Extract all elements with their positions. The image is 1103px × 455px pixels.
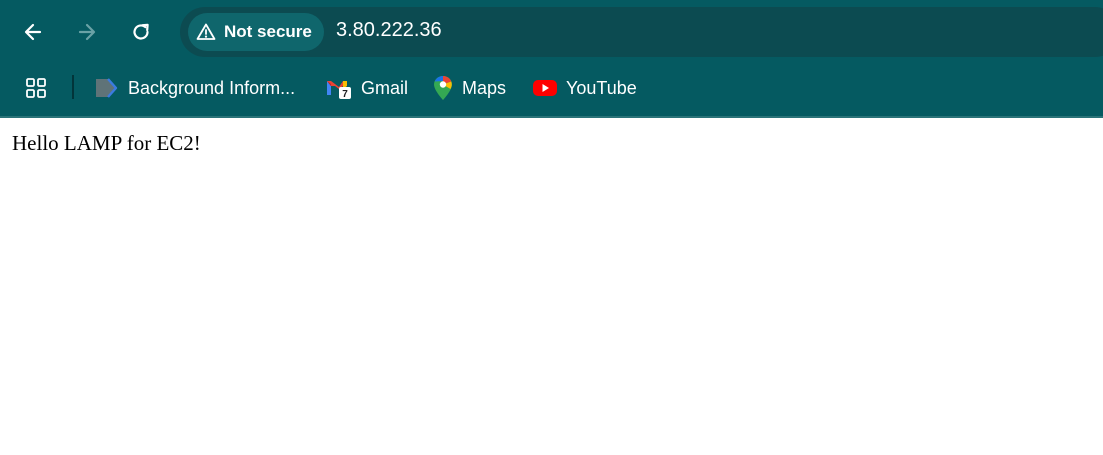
apps-button[interactable] bbox=[24, 72, 48, 104]
toolbar-divider bbox=[0, 116, 1103, 118]
browser-chrome: Not secure 3.80.222.36 Background Inform… bbox=[0, 0, 1103, 118]
apps-grid-icon bbox=[26, 78, 46, 98]
bookmark-label: Background Inform... bbox=[128, 77, 296, 98]
address-bar[interactable]: Not secure 3.80.222.36 bbox=[180, 7, 1103, 57]
reload-icon bbox=[133, 23, 149, 40]
bookmark-maps[interactable]: Maps bbox=[432, 72, 506, 104]
page-body-text: Hello LAMP for EC2! bbox=[12, 131, 201, 155]
page-content: Hello LAMP for EC2! bbox=[0, 118, 1103, 169]
security-label: Not secure bbox=[224, 22, 312, 41]
maps-pin-icon bbox=[434, 76, 452, 100]
forward-button[interactable] bbox=[68, 13, 106, 51]
warning-triangle-icon bbox=[196, 23, 216, 40]
security-chip[interactable]: Not secure bbox=[188, 13, 324, 51]
bookmark-background-information[interactable]: Background Inform... bbox=[94, 72, 295, 104]
browser-toolbar: Not secure 3.80.222.36 bbox=[0, 0, 1103, 62]
arrow-right-icon bbox=[78, 23, 96, 41]
arrow-left-icon bbox=[24, 23, 42, 41]
gmail-icon: 7 bbox=[327, 81, 351, 100]
bookmarks-separator bbox=[72, 75, 74, 99]
bookmark-label: Gmail bbox=[361, 77, 409, 98]
url-text[interactable]: 3.80.222.36 bbox=[336, 19, 442, 42]
back-button[interactable] bbox=[14, 13, 52, 51]
youtube-icon bbox=[533, 80, 557, 96]
bookmarks-bar: Background Inform... 7 Gmail Maps YouTub… bbox=[0, 66, 1103, 110]
bookmark-doc-icon bbox=[96, 78, 118, 98]
svg-text:7: 7 bbox=[342, 89, 348, 100]
bookmark-youtube[interactable]: YouTube bbox=[532, 72, 637, 104]
reload-button[interactable] bbox=[122, 13, 160, 51]
bookmark-label: Maps bbox=[462, 77, 507, 98]
bookmark-gmail[interactable]: 7 Gmail bbox=[325, 72, 408, 104]
bookmark-label: YouTube bbox=[566, 77, 637, 98]
